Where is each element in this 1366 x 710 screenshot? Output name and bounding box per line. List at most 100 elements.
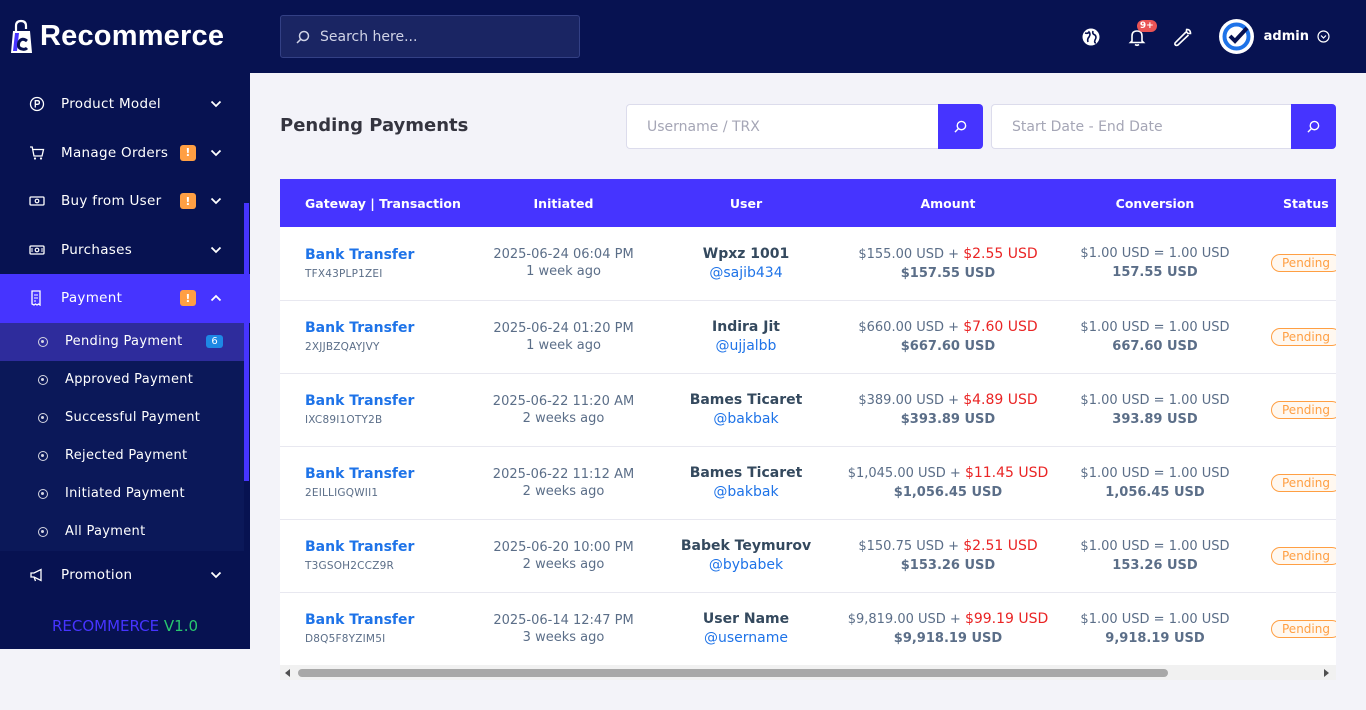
chevron-down-circle-icon [1317, 30, 1330, 43]
user-name: Babek Teymurov [680, 538, 812, 554]
user-handle-link[interactable]: @username [662, 630, 830, 646]
scrollbar-thumb[interactable] [298, 669, 1168, 677]
user-handle-link[interactable]: @bakbak [662, 484, 830, 500]
version-name: RECOMMERCE [51, 617, 160, 635]
scroll-left-icon[interactable] [285, 669, 290, 677]
initiated-ago: 3 weeks ago [522, 629, 605, 645]
initiated-ago: 2 weeks ago [522, 556, 605, 572]
username: admin [1263, 29, 1309, 44]
dot-circle-icon [38, 336, 48, 347]
user-name: Indira Jit [712, 319, 780, 335]
topbar: 9+ admin [250, 0, 1366, 73]
date-search-button[interactable] [1291, 104, 1336, 149]
table-row: Bank Transfer TFX43PLP1ZEI 2025-06-24 06:… [280, 227, 1336, 300]
payments-table: Gateway | Transaction Initiated User Amo… [280, 179, 1336, 666]
transaction-id: 2EILLIGQWII1 [305, 487, 379, 499]
user-handle-link[interactable]: @bybabek [662, 557, 830, 573]
table-row: Bank Transfer T3GSOH2CCZ9R 2025-06-20 10:… [280, 519, 1336, 592]
user-name: Bames Ticaret [689, 465, 803, 481]
sidebar-item-promotion[interactable]: Promotion [0, 551, 250, 600]
sidebar-item-buy-from-user[interactable]: Buy from User ! [0, 177, 250, 226]
chevron-up-icon [204, 294, 228, 302]
status-badge: Pending [1271, 546, 1336, 565]
conversion-rate: $1.00 USD = 1.00 USD [1080, 319, 1230, 335]
circle-p-icon [28, 95, 46, 113]
converted-amount: 1,056.45 USD [1105, 484, 1205, 500]
sidebar-item-rejected-payment[interactable]: Rejected Payment [0, 437, 244, 475]
sidebar-item-approved-payment[interactable]: Approved Payment [0, 361, 244, 399]
transaction-id: IXC89I1OTY2B [305, 414, 383, 426]
sidebar-item-pending-payment[interactable]: Pending Payment 6 [0, 322, 244, 361]
count-badge: 6 [206, 335, 223, 348]
column-header-user: User [729, 195, 763, 211]
amount-charge: $7.60 USD [963, 319, 1038, 335]
sidebar-item-label: Promotion [61, 566, 133, 583]
sidebar-item-label: Payment [61, 290, 123, 307]
sidebar-item-payment[interactable]: Payment ! [0, 274, 250, 323]
user-search-button[interactable] [938, 104, 983, 149]
sidebar-item-successful-payment[interactable]: Successful Payment [0, 399, 244, 437]
status-badge: Pending [1271, 400, 1336, 419]
warning-badge: ! [180, 193, 196, 210]
user-trx-input[interactable]: Username / TRX [626, 104, 938, 149]
brand-logo[interactable]: Recommerce [0, 0, 250, 73]
status-badge: Pending [1271, 473, 1336, 492]
globe-icon[interactable] [1081, 27, 1101, 47]
gateway-link[interactable]: Bank Transfer [305, 247, 465, 263]
version-number: V1.0 [163, 617, 199, 635]
initiated-date: 2025-06-14 12:47 PM [493, 612, 634, 628]
user-name: Wpxz 1001 [702, 245, 790, 262]
transaction-id: TFX43PLP1ZEI [305, 267, 383, 280]
sidebar-item-manage-orders[interactable]: Manage Orders ! [0, 129, 250, 178]
sidebar-item-all-payment[interactable]: All Payment [0, 513, 244, 551]
user-handle-link[interactable]: @bakbak [662, 411, 830, 427]
sidebar-item-label: Purchases [61, 241, 133, 258]
amount-total: $9,918.19 USD [893, 631, 1003, 646]
version-label: RECOMMERCE V1.0 [0, 617, 250, 635]
sidebar-item-initiated-payment[interactable]: Initiated Payment [0, 475, 244, 513]
warning-badge: ! [180, 144, 196, 161]
avatar [1218, 19, 1254, 54]
transaction-id: T3GSOH2CCZ9R [305, 560, 394, 572]
gateway-link[interactable]: Bank Transfer [305, 466, 465, 482]
gateway-link[interactable]: Bank Transfer [305, 539, 465, 555]
page-title: Pending Payments [280, 115, 469, 136]
scroll-right-icon[interactable] [1324, 669, 1329, 677]
initiated-date: 2025-06-24 01:20 PM [493, 320, 634, 336]
chevron-down-icon [204, 100, 228, 108]
sidebar-scrollbar[interactable] [244, 203, 249, 481]
amount-base: $9,819.00 USD + [847, 612, 965, 627]
gateway-link[interactable]: Bank Transfer [305, 320, 465, 336]
chevron-down-icon [204, 149, 228, 157]
date-range-input[interactable]: Start Date - End Date [991, 104, 1291, 149]
sidebar-subitem-label: All Payment [65, 524, 146, 539]
converted-amount: 153.26 USD [1112, 557, 1198, 573]
wrench-icon[interactable] [1173, 27, 1193, 47]
gateway-link[interactable]: Bank Transfer [305, 393, 465, 409]
sidebar-item-purchases[interactable]: Purchases [0, 226, 250, 275]
column-header-gateway: Gateway | Transaction [305, 195, 461, 211]
conversion-rate: $1.00 USD = 1.00 USD [1080, 246, 1230, 262]
status-badge: Pending [1271, 327, 1336, 346]
gateway-link[interactable]: Bank Transfer [305, 612, 465, 628]
amount-total: $157.55 USD [900, 265, 996, 281]
chevron-down-icon [204, 246, 228, 254]
cart-icon [28, 144, 46, 162]
column-header-conversion: Conversion [1115, 195, 1195, 211]
sidebar-item-product-model[interactable]: Product Model [0, 80, 250, 129]
amount-charge: $2.55 USD [963, 245, 1038, 262]
bell-icon[interactable]: 9+ [1127, 19, 1157, 47]
table-row: Bank Transfer 2XJJBZQAYJVY 2025-06-24 01:… [280, 300, 1336, 373]
horizontal-scrollbar[interactable] [280, 665, 1336, 680]
money-icon [28, 241, 46, 259]
user-menu[interactable]: admin [1218, 19, 1330, 54]
user-handle-link[interactable]: @sajib434 [662, 265, 830, 281]
search-input[interactable] [320, 28, 560, 45]
user-handle-link[interactable]: @ujjalbb [662, 338, 830, 354]
dot-circle-icon [38, 450, 48, 461]
payments-table-container: Gateway | Transaction Initiated User Amo… [280, 179, 1336, 680]
user-trx-filter: Username / TRX [626, 104, 983, 149]
user-name: User Name [702, 611, 790, 627]
search-box[interactable] [280, 15, 580, 58]
amount-total: $393.89 USD [900, 412, 996, 427]
